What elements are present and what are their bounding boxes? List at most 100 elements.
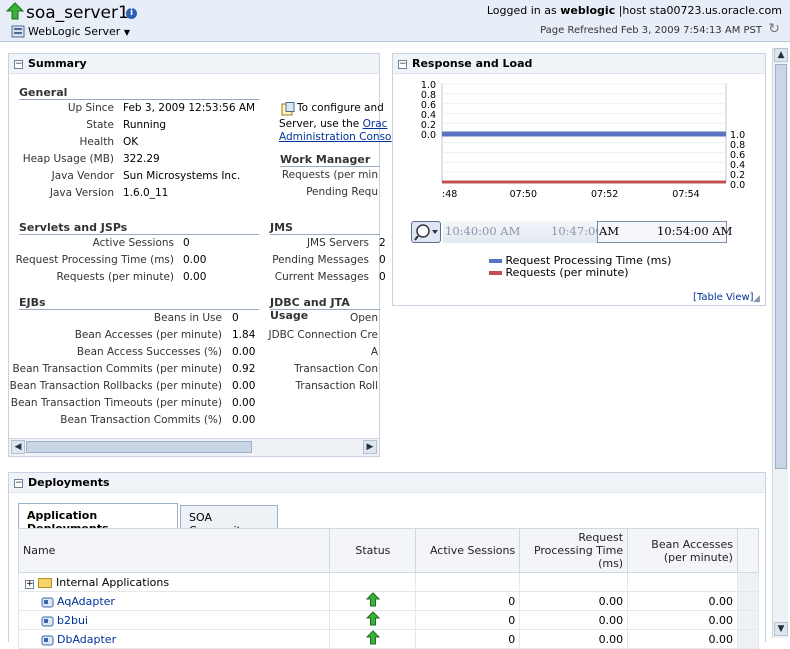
servlets-label: Requests (per minute) <box>56 271 174 283</box>
status-cell <box>329 591 417 611</box>
ejbs-value: 0.00 <box>232 397 256 409</box>
divider <box>280 166 380 167</box>
admin-console-link[interactable]: Administration Conso <box>279 131 391 143</box>
request-processing-cell: 0.00 <box>519 610 629 630</box>
deployment-link[interactable]: DbAdapter <box>57 633 116 646</box>
column-header-name[interactable]: Name <box>17 528 331 573</box>
collapse-icon[interactable]: − <box>14 479 23 488</box>
tab-soa-composites[interactable]: SOA Composites <box>180 505 278 537</box>
summary-title: Summary <box>28 57 87 70</box>
general-label: Java Vendor <box>51 170 114 182</box>
summary-scrollbar[interactable]: ◀ ▶ <box>9 438 379 456</box>
column-header-status[interactable]: Status <box>329 528 417 573</box>
deployment-link[interactable]: b2bui <box>57 614 88 627</box>
servlets-heading: Servlets and JSPs <box>19 221 128 234</box>
general-label: Up Since <box>67 102 114 114</box>
jms-value: 2 <box>379 237 386 249</box>
application-icon <box>41 615 54 627</box>
general-label: Java Version <box>49 187 114 199</box>
deployment-name-cell: + Internal Applications <box>17 572 331 592</box>
deployment-name-cell: DbAdapter <box>17 629 331 649</box>
scroll-down-icon[interactable]: ▼ <box>774 622 788 636</box>
host-label: |host sta00723.us.oracle.com <box>618 4 782 17</box>
info-icon[interactable]: i <box>126 8 137 19</box>
configure-text-2: Server, use the <box>279 118 360 130</box>
column-header-active-sessions[interactable]: Active Sessions <box>415 528 521 573</box>
configure-icon <box>281 102 295 116</box>
table-row[interactable]: AqAdapter 0 0.00 0.00 <box>17 591 760 611</box>
ejbs-value: 0.92 <box>232 363 256 375</box>
server-menu[interactable]: WebLogic Server ▼ <box>28 25 130 38</box>
deployments-title: Deployments <box>28 476 110 489</box>
table-scroll-cell[interactable] <box>736 572 760 592</box>
oracle-link[interactable]: Orac <box>363 118 388 130</box>
ejbs-value: 0 <box>232 312 239 324</box>
general-label: Heap Usage (MB) <box>22 153 114 165</box>
table-row[interactable]: b2bui 0 0.00 0.00 <box>17 610 760 630</box>
server-title: soa_server1 <box>26 3 129 23</box>
jms-value: 0 <box>379 271 386 283</box>
status-up-icon <box>6 2 24 20</box>
scroll-left-icon[interactable]: ◀ <box>11 440 25 454</box>
table-view-link[interactable]: [Table View] <box>693 292 754 303</box>
x-tick-label: 07:54 <box>672 189 699 200</box>
chevron-down-icon: ▼ <box>123 28 130 37</box>
table-scroll-cell[interactable] <box>736 629 760 649</box>
legend-swatch <box>489 259 502 263</box>
page-scrollbar[interactable]: ▲ ▼ <box>772 48 788 638</box>
scroll-thumb[interactable] <box>775 64 787 469</box>
work-manager-label: Requests (per min <box>281 169 378 181</box>
collapse-icon[interactable]: − <box>398 60 407 69</box>
table-scroll-cell[interactable] <box>736 610 760 630</box>
legend: Request Processing Time (ms) Requests (p… <box>489 255 671 279</box>
ejbs-label: Beans in Use <box>153 312 222 324</box>
jms-label: JMS Servers <box>306 237 369 249</box>
refresh-icon[interactable]: ↻ <box>768 21 780 37</box>
table-row[interactable]: DbAdapter 0 0.00 0.00 <box>17 629 760 649</box>
expand-icon[interactable]: + <box>25 579 34 589</box>
resize-grip-icon[interactable]: ◢ <box>753 294 760 304</box>
scroll-thumb[interactable] <box>26 441 252 453</box>
column-header-spacer <box>736 528 760 573</box>
active-sessions-cell: 0 <box>415 591 521 611</box>
divider <box>270 234 380 235</box>
server-icon <box>11 25 25 38</box>
status-up-icon <box>365 592 380 607</box>
table-row[interactable]: + Internal Applications <box>17 572 760 592</box>
response-header: − Response and Load <box>393 54 765 74</box>
summary-panel: − Summary General Up Since Feb 3, 2009 12… <box>8 53 391 457</box>
bean-accesses-cell: 0.00 <box>627 610 738 630</box>
table-scroll-cell[interactable] <box>736 591 760 611</box>
scroll-right-icon[interactable]: ▶ <box>363 440 377 454</box>
jdbc-label: Open <box>349 312 378 324</box>
work-manager-heading: Work Manager <box>280 153 371 166</box>
zoom-button[interactable] <box>411 221 441 243</box>
servlets-value: 0.00 <box>183 254 207 266</box>
general-value: OK <box>123 136 139 148</box>
request-processing-cell: 0.00 <box>519 629 629 649</box>
x-tick-label: 07:50 <box>510 189 537 200</box>
ejbs-label: Bean Access Successes (%) <box>76 346 222 358</box>
general-value: 1.6.0_11 <box>123 187 169 199</box>
login-info: Logged in as weblogic |host sta00723.us.… <box>487 4 782 17</box>
column-header-request-processing[interactable]: Request Processing Time (ms) <box>519 528 629 573</box>
column-header-bean-accesses[interactable]: Bean Accesses (per minute) <box>627 528 738 573</box>
scroll-up-icon[interactable]: ▲ <box>774 48 788 62</box>
ejbs-value: 0.00 <box>232 380 256 392</box>
zoom-start: 10:40:00 AM <box>445 224 521 238</box>
x-tick-label: 07:52 <box>591 189 618 200</box>
tab-application-deployments[interactable]: Application Deployments <box>18 503 178 535</box>
active-sessions-cell: 0 <box>415 629 521 649</box>
request-processing-cell <box>519 572 629 592</box>
magnifier-icon <box>414 224 438 241</box>
collapse-icon[interactable]: − <box>14 60 23 69</box>
ejbs-heading: EJBs <box>19 296 46 309</box>
general-value: Sun Microsystems Inc. <box>123 170 241 182</box>
ejbs-label: Bean Transaction Commits (per minute) <box>12 363 222 375</box>
deployment-link[interactable]: AqAdapter <box>57 595 115 608</box>
user-name[interactable]: weblogic <box>560 4 615 17</box>
jdbc-label: A <box>370 346 378 358</box>
folder-icon <box>38 577 52 588</box>
work-manager-label: Pending Requ <box>306 186 378 198</box>
legend-item-requests[interactable]: Requests (per minute) <box>489 267 671 279</box>
